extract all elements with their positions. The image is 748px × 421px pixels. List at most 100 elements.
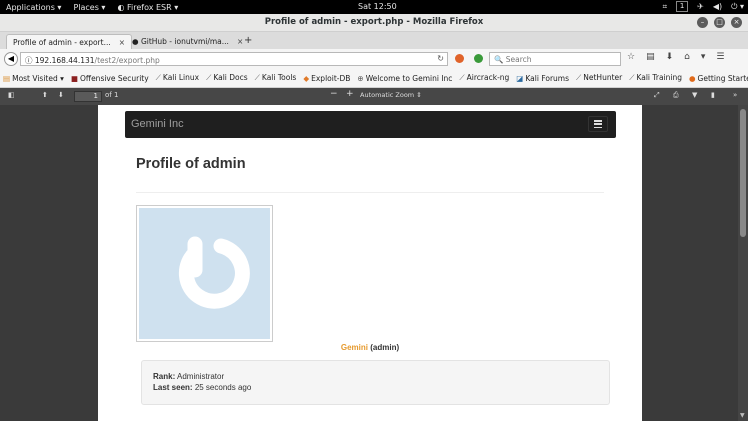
bookmark-kali-docs[interactable]: ⟋ Kali Docs	[206, 73, 248, 83]
navigation-bar: ◀ ⓘ 192.168.44.131/test2/export.php ↻ 🔍 …	[0, 49, 748, 69]
bookmark-star-icon[interactable]: ☆	[627, 52, 635, 62]
extension-icon-green[interactable]	[474, 54, 483, 63]
site-brand[interactable]: Gemini Inc	[131, 118, 184, 130]
power-icon[interactable]: ⏻ ▾	[731, 2, 744, 12]
github-icon: ●	[132, 37, 139, 46]
tools-icon[interactable]: »	[733, 91, 737, 99]
system-tray: ⌗ 1 ✈ ◀) ⏻ ▾	[663, 1, 744, 12]
bookmark-label: Kali Docs	[213, 73, 248, 82]
reader-list-icon[interactable]: ▤	[646, 52, 655, 62]
window-controls: – □ ×	[697, 17, 742, 28]
new-tab-button[interactable]: +	[244, 35, 252, 46]
minimize-icon[interactable]: –	[697, 17, 708, 28]
kali-dragon-icon: ⟋	[629, 73, 635, 82]
applications-menu[interactable]: Applications ▾	[0, 3, 67, 12]
bookmark-gemini[interactable]: ⊕ Welcome to Gemini Inc	[357, 74, 452, 83]
bookmark-kali-linux[interactable]: ⟋ Kali Linux	[156, 73, 199, 83]
bookmark-label: Kali Linux	[162, 73, 200, 82]
presentation-mode-icon[interactable]: ⤢	[654, 91, 660, 100]
back-button[interactable]: ◀	[4, 52, 18, 66]
bookmark-offensive-security[interactable]: ■ Offensive Security	[71, 74, 149, 83]
search-input[interactable]: 🔍 Search	[489, 52, 621, 66]
exploit-db-icon: ◆	[303, 73, 310, 83]
bookmark-label: Offensive Security	[80, 73, 149, 83]
window-title: Profile of admin - export.php - Mozilla …	[264, 17, 484, 27]
bookmark-kali-forums[interactable]: ◪ Kali Forums	[516, 74, 569, 83]
bookmark-view-icon[interactable]: ▮	[711, 91, 715, 99]
zoom-select[interactable]: Automatic Zoom ⇕	[360, 91, 422, 99]
bookmark-getting-started[interactable]: ●Getting Started	[689, 74, 748, 83]
print-icon[interactable]: ⎙	[673, 91, 679, 100]
site-navbar: Gemini Inc	[125, 111, 616, 138]
tab-profile[interactable]: Profile of admin - export... ×	[6, 34, 133, 49]
zoom-out-button[interactable]: −	[330, 89, 338, 99]
kali-dragon-icon: ⟋	[459, 73, 465, 82]
bookmark-nethunter[interactable]: ⟋ NetHunter	[576, 73, 622, 83]
volume-icon[interactable]: ◀)	[713, 2, 722, 11]
scroll-down-icon[interactable]: ▼	[740, 412, 745, 419]
forums-icon: ◪	[516, 73, 524, 83]
tab-github[interactable]: ● GitHub - ionutvmi/ma... ×	[126, 34, 249, 49]
bookmark-exploit-db[interactable]: ◆ Exploit-DB	[303, 74, 350, 83]
clock[interactable]: Sat 12:50	[358, 2, 397, 11]
avatar	[136, 205, 273, 342]
firefox-app-menu[interactable]: ◐ Firefox ESR ▾	[111, 3, 184, 12]
download-icon[interactable]: ⬇	[666, 52, 674, 62]
gravatar-logo-icon	[178, 236, 250, 309]
zoom-in-button[interactable]: +	[346, 89, 354, 99]
scrollbar-thumb[interactable]	[740, 109, 746, 237]
next-page-icon[interactable]: ⬇	[58, 91, 64, 99]
sidebar-toggle-icon[interactable]: ◧	[8, 91, 15, 99]
reload-icon[interactable]: ↻	[437, 54, 444, 63]
search-placeholder: Search	[505, 55, 532, 64]
hamburger-menu-icon[interactable]	[588, 116, 608, 132]
bookmark-kali-tools[interactable]: ⟋ Kali Tools	[255, 73, 297, 83]
kali-dragon-icon: ⟋	[206, 73, 212, 82]
tab-close-icon[interactable]: ×	[237, 37, 243, 46]
maximize-icon[interactable]: □	[714, 17, 725, 28]
download-pdf-icon[interactable]: ▼	[692, 91, 697, 99]
info-icon[interactable]: ⓘ	[25, 56, 33, 65]
bookmark-label: Kali Tools	[261, 73, 297, 82]
places-menu[interactable]: Places ▾	[67, 3, 111, 12]
bookmark-aircrack[interactable]: ⟋ Aircrack-ng	[459, 73, 509, 83]
previous-page-icon[interactable]: ⬆	[42, 91, 48, 99]
bookmark-label: Aircrack-ng	[466, 73, 510, 82]
kali-dragon-icon: ⟋	[576, 73, 582, 82]
rank-label: Rank:	[153, 372, 176, 381]
notification-icon[interactable]: ⌗	[663, 2, 668, 12]
vertical-scrollbar[interactable]: ▼	[738, 105, 748, 421]
tab-label: GitHub - ionutvmi/ma...	[140, 37, 229, 46]
bookmarks-toolbar: ▤ Most Visited ▾ ■ Offensive Security ⟋ Kal…	[0, 69, 748, 88]
bookmark-label: Welcome to Gemini Inc	[365, 73, 453, 83]
kali-dragon-icon: ⟋	[155, 73, 161, 82]
network-icon[interactable]: ✈	[697, 2, 704, 11]
pdf-page: Gemini Inc Profile of admin Gemini (admi…	[98, 105, 642, 421]
search-icon: 🔍	[494, 55, 504, 64]
divider	[136, 192, 604, 193]
bookmark-label: NetHunter	[583, 73, 623, 82]
menu-icon[interactable]: ☰	[716, 52, 724, 62]
last-seen-label: Last seen:	[153, 383, 193, 392]
home-icon[interactable]: ⌂	[684, 52, 690, 62]
bookmark-most-visited[interactable]: ▤ Most Visited ▾	[3, 74, 64, 83]
pocket-icon[interactable]: ▾	[701, 52, 706, 62]
bookmark-label: Kali Training	[636, 73, 682, 82]
window-title-bar: Profile of admin - export.php - Mozilla …	[0, 14, 748, 32]
bookmark-kali-training[interactable]: ⟋ Kali Training	[629, 73, 682, 83]
page-title: Profile of admin	[136, 156, 246, 172]
workspace-indicator[interactable]: 1	[676, 1, 689, 12]
user-name: Gemini	[340, 343, 368, 352]
extension-icon-red[interactable]	[455, 54, 464, 63]
toolbar-icons: ☆ ▤ ⬇ ⌂ ▾ ☰	[627, 52, 724, 62]
firefox-icon: ●	[689, 73, 696, 83]
close-icon[interactable]: ×	[731, 17, 742, 28]
url-bar[interactable]: ⓘ 192.168.44.131/test2/export.php ↻	[20, 52, 448, 66]
page-number-input[interactable]: 1	[74, 91, 102, 102]
tab-close-icon[interactable]: ×	[119, 38, 125, 47]
folder-icon: ▤	[3, 73, 11, 83]
globe-icon: ⊕	[357, 73, 364, 83]
last-seen-value: 25 seconds ago	[194, 383, 252, 392]
tab-bar: Profile of admin - export... × ● GitHub -…	[0, 32, 748, 49]
bookmark-label: Getting Started	[697, 73, 748, 83]
